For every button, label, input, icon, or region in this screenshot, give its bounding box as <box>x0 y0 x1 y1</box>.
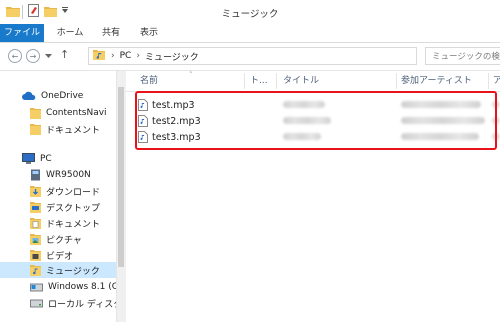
nav-item-desktop[interactable]: デスクトップ <box>30 199 100 215</box>
breadcrumb-music[interactable]: ミュージック <box>145 50 199 63</box>
address-bar[interactable]: › PC › ミュージック <box>88 47 417 65</box>
nav-item-onedrive-documents[interactable]: ドキュメント <box>30 121 100 137</box>
ribbon-tabs: ファイル ホーム 共有 表示 <box>0 24 500 43</box>
desktop-folder-icon <box>30 202 41 213</box>
title-bar: ミュージック <box>0 0 500 24</box>
tab-view[interactable]: 表示 <box>134 24 164 42</box>
nav-item-videos[interactable]: ビデオ <box>30 247 73 263</box>
back-button[interactable]: ← <box>8 49 22 63</box>
tab-home[interactable]: ホーム <box>52 24 88 42</box>
column-divider[interactable] <box>396 73 397 89</box>
nav-item-pictures[interactable]: ピクチャ <box>30 231 82 247</box>
navigation-pane: OneDrive ContentsNavi ドキュメント PC WR9500N … <box>0 71 136 322</box>
tab-share[interactable]: 共有 <box>96 24 126 42</box>
music-folder-icon <box>30 265 41 276</box>
nav-item-documents[interactable]: ドキュメント <box>30 215 100 231</box>
folder-icon <box>30 108 41 119</box>
column-divider[interactable] <box>244 73 245 89</box>
window-title: ミュージック <box>221 9 279 20</box>
search-placeholder: ミュージックの検 <box>432 52 500 62</box>
tab-file[interactable]: ファイル <box>0 24 44 42</box>
nav-item-onedrive[interactable]: OneDrive <box>22 88 83 104</box>
nav-item-wr9500n[interactable]: WR9500N <box>30 167 91 183</box>
documents-folder-icon <box>30 218 41 229</box>
arrow-up-icon: ↑ <box>60 48 70 61</box>
navigation-bar: ← → ↑ › PC › ミュージック ミュージックの検 <box>0 43 500 71</box>
arrow-right-icon: → <box>29 51 37 61</box>
recent-locations-button[interactable] <box>45 52 52 62</box>
column-header-row: ˄ 名前 ト... タイトル 参加アーティスト ア <box>126 71 500 92</box>
arrow-left-icon: ← <box>11 51 19 61</box>
column-artist[interactable]: 参加アーティスト <box>401 71 486 91</box>
pictures-folder-icon <box>30 234 41 245</box>
drive-icon <box>30 299 43 308</box>
nav-item-windows-drive[interactable]: Windows 8.1 (C <box>30 279 118 295</box>
nav-item-downloads[interactable]: ダウンロード <box>30 183 100 199</box>
cloud-icon <box>22 91 36 100</box>
nav-item-pc[interactable]: PC <box>22 151 52 167</box>
nav-item-contentsnavi[interactable]: ContentsNavi <box>30 105 107 121</box>
highlight-box <box>135 91 497 150</box>
explorer-window: ミュージック ファイル ホーム 共有 表示 ← → ↑ › PC › ミュージッ… <box>0 0 500 322</box>
column-album[interactable]: ア <box>493 71 500 91</box>
forward-button[interactable]: → <box>26 49 40 63</box>
column-track[interactable]: ト... <box>250 71 274 91</box>
column-divider[interactable] <box>276 73 277 89</box>
folder-icon <box>30 124 41 135</box>
chevron-down-icon <box>45 54 52 58</box>
network-drive-icon <box>31 169 40 181</box>
column-title[interactable]: タイトル <box>283 71 393 91</box>
breadcrumb-separator-icon: › <box>136 51 140 61</box>
up-button[interactable]: ↑ <box>60 48 69 61</box>
videos-folder-icon <box>30 250 41 261</box>
nav-item-music[interactable]: ミュージック <box>0 262 116 278</box>
music-folder-icon <box>93 49 105 63</box>
search-box[interactable]: ミュージックの検 <box>425 47 500 65</box>
breadcrumb-separator-icon: › <box>111 51 115 61</box>
column-divider[interactable] <box>488 73 489 89</box>
scrollbar-thumb[interactable] <box>118 87 124 267</box>
download-folder-icon <box>30 186 41 197</box>
computer-icon <box>22 153 35 164</box>
drive-icon <box>30 283 43 292</box>
navigation-scrollbar[interactable] <box>116 71 126 322</box>
column-name[interactable]: 名前 <box>140 71 244 91</box>
breadcrumb-pc[interactable]: PC <box>120 51 132 61</box>
